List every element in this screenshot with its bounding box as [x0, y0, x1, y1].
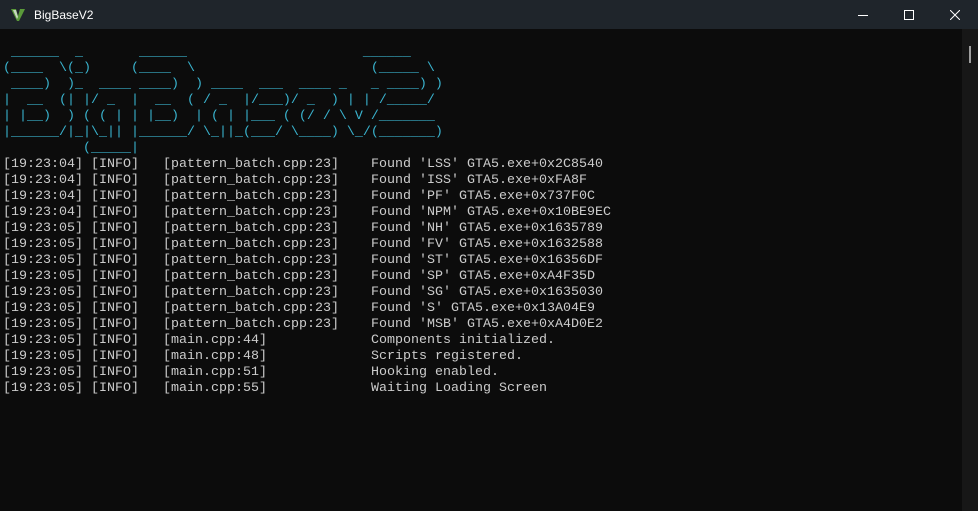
log-source: [pattern_batch.cpp:23]	[163, 205, 339, 220]
log-timestamp: [19:23:05]	[3, 349, 83, 364]
log-level: [INFO]	[91, 349, 139, 364]
banner-line: |______/|_|\_|| |______/ \_||_(___/ \___…	[3, 125, 443, 140]
banner-line: ______ _ ______ ______	[3, 45, 427, 60]
log-source: [pattern_batch.cpp:23]	[163, 237, 339, 252]
log-timestamp: [19:23:05]	[3, 333, 83, 348]
log-message: Found 'SG' GTA5.exe+0x1635030	[371, 285, 603, 300]
log-message: Found 'FV' GTA5.exe+0x1632588	[371, 237, 603, 252]
log-source: [pattern_batch.cpp:23]	[163, 269, 339, 284]
log-level: [INFO]	[91, 317, 139, 332]
log-level: [INFO]	[91, 221, 139, 236]
log-level: [INFO]	[91, 189, 139, 204]
log-message: Found 'PF' GTA5.exe+0x737F0C	[371, 189, 595, 204]
log-timestamp: [19:23:04]	[3, 189, 83, 204]
log-timestamp: [19:23:04]	[3, 205, 83, 220]
log-timestamp: [19:23:05]	[3, 381, 83, 396]
log-timestamp: [19:23:04]	[3, 157, 83, 172]
log-source: [main.cpp:55]	[163, 381, 267, 396]
log-message: Found 'MSB' GTA5.exe+0xA4D0E2	[371, 317, 603, 332]
log-message: Found 'ST' GTA5.exe+0x16356DF	[371, 253, 603, 268]
maximize-icon	[904, 9, 914, 20]
vertical-scrollbar[interactable]	[962, 29, 978, 511]
minimize-button[interactable]	[840, 0, 886, 29]
log-timestamp: [19:23:05]	[3, 285, 83, 300]
gta-v-logo-icon	[11, 8, 25, 21]
log-message: Found 'ISS' GTA5.exe+0xFA8F	[371, 173, 587, 188]
log-source: [pattern_batch.cpp:23]	[163, 301, 339, 316]
log-message: Found 'NH' GTA5.exe+0x1635789	[371, 221, 603, 236]
log-source: [pattern_batch.cpp:23]	[163, 253, 339, 268]
log-level: [INFO]	[91, 157, 139, 172]
minimize-icon	[858, 14, 868, 16]
log-message: Found 'LSS' GTA5.exe+0x2C8540	[371, 157, 603, 172]
scrollbar-thumb[interactable]	[969, 46, 971, 63]
log-source: [pattern_batch.cpp:23]	[163, 317, 339, 332]
log-message: Found 'S' GTA5.exe+0x13A04E9	[371, 301, 595, 316]
log-timestamp: [19:23:04]	[3, 173, 83, 188]
ascii-banner: ______ _ ______ ______ (____ \(_) (____ …	[3, 45, 443, 157]
maximize-button[interactable]	[886, 0, 932, 29]
log-level: [INFO]	[91, 253, 139, 268]
window-title: BigBaseV2	[34, 7, 94, 22]
log-source: [main.cpp:51]	[163, 365, 267, 380]
log-message: Hooking enabled.	[371, 365, 499, 380]
log-level: [INFO]	[91, 173, 139, 188]
title-bar[interactable]: BigBaseV2	[0, 0, 978, 29]
log-level: [INFO]	[91, 301, 139, 316]
log-message: Waiting Loading Screen	[371, 381, 547, 396]
log-message: Components initialized.	[371, 333, 555, 348]
log-source: [pattern_batch.cpp:23]	[163, 157, 339, 172]
banner-line: | __ (| |/ _ | __ ( / _ |/___)/ _ ) | | …	[3, 93, 443, 108]
log-timestamp: [19:23:05]	[3, 301, 83, 316]
log-source: [pattern_batch.cpp:23]	[163, 189, 339, 204]
log-source: [main.cpp:48]	[163, 349, 267, 364]
log-message: Found 'SP' GTA5.exe+0xA4F35D	[371, 269, 595, 284]
close-button[interactable]	[932, 0, 978, 29]
log-level: [INFO]	[91, 237, 139, 252]
banner-line: ____) )_ ____ ____) ) ____ ___ ____ _ _ …	[3, 77, 443, 92]
log-level: [INFO]	[91, 381, 139, 396]
log-source: [main.cpp:44]	[163, 333, 267, 348]
banner-line: | |__) ) ( ( | | |__) | ( | |___ ( (/ / …	[3, 109, 443, 124]
log-timestamp: [19:23:05]	[3, 237, 83, 252]
log-source: [pattern_batch.cpp:23]	[163, 221, 339, 236]
log-source: [pattern_batch.cpp:23]	[163, 285, 339, 300]
log-message: Scripts registered.	[371, 349, 523, 364]
log-timestamp: [19:23:05]	[3, 317, 83, 332]
log-level: [INFO]	[91, 205, 139, 220]
log-message: Found 'NPM' GTA5.exe+0x10BE9EC	[371, 205, 611, 220]
log-source: [pattern_batch.cpp:23]	[163, 173, 339, 188]
log-timestamp: [19:23:05]	[3, 221, 83, 236]
banner-line: (_____|	[3, 141, 139, 156]
log-level: [INFO]	[91, 333, 139, 348]
log-level: [INFO]	[91, 365, 139, 380]
log-timestamp: [19:23:05]	[3, 269, 83, 284]
banner-line: (____ \(_) (____ \ (_____ \	[3, 61, 443, 76]
log-level: [INFO]	[91, 285, 139, 300]
close-icon	[950, 9, 960, 20]
log-level: [INFO]	[91, 269, 139, 284]
console-output[interactable]: ______ _ ______ ______ (____ \(_) (____ …	[0, 29, 962, 511]
log-timestamp: [19:23:05]	[3, 253, 83, 268]
log-timestamp: [19:23:05]	[3, 365, 83, 380]
